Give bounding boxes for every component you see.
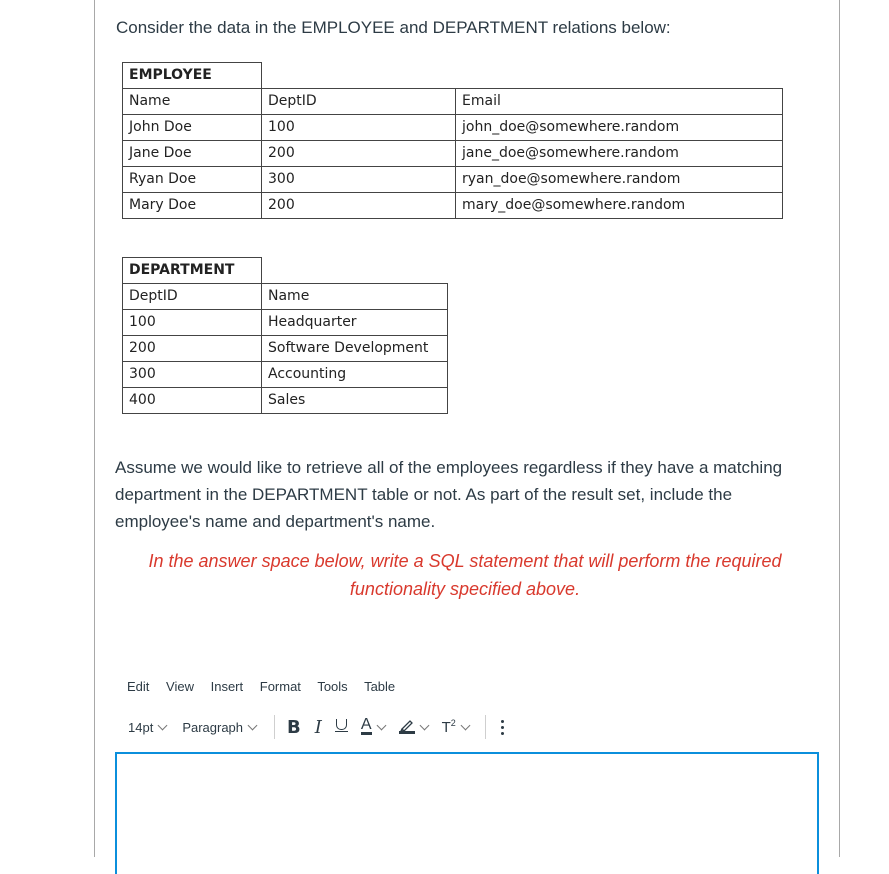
italic-button[interactable]: I: [315, 713, 322, 741]
column-header: DeptID: [261, 88, 456, 115]
table-cell: john_doe@somewhere.random: [455, 114, 783, 141]
column-header: Email: [455, 88, 783, 115]
highlight-color-button[interactable]: [398, 713, 430, 741]
answer-editor[interactable]: [115, 752, 819, 874]
superscript-icon: T2: [441, 718, 456, 736]
table-title-row: DEPARTMENT: [122, 257, 448, 284]
toolbar-divider: [484, 715, 486, 739]
intro-text: Consider the data in the EMPLOYEE and DE…: [116, 18, 671, 37]
table-cell: 200: [122, 335, 262, 362]
font-size-select[interactable]: 14pt: [128, 719, 168, 735]
text-color-button[interactable]: A: [360, 713, 387, 741]
table-cell: Mary Doe: [122, 192, 262, 219]
page-border-right: [839, 0, 840, 857]
table-row: Jane Doe 200 jane_doe@somewhere.random: [122, 140, 783, 167]
toolbar-divider: [274, 715, 276, 739]
superscript-button[interactable]: T2: [441, 713, 471, 741]
italic-icon: I: [314, 716, 322, 738]
table-title: DEPARTMENT: [122, 257, 262, 284]
underline-button[interactable]: [334, 713, 348, 741]
table-title: EMPLOYEE: [122, 62, 262, 89]
table-cell: Headquarter: [261, 309, 448, 336]
table-header-row: Name DeptID Email: [122, 88, 783, 115]
block-format-value: Paragraph: [182, 719, 244, 735]
more-vertical-icon[interactable]: [498, 715, 508, 739]
table-title-row: EMPLOYEE: [122, 62, 783, 89]
chevron-down-icon: [247, 720, 258, 730]
text-color-icon: A: [360, 716, 372, 735]
chevron-down-icon: [460, 720, 471, 730]
table-cell: 200: [261, 140, 456, 167]
table-cell: Ryan Doe: [122, 166, 262, 193]
underline-icon: [334, 719, 348, 735]
chevron-down-icon: [157, 720, 168, 730]
table-cell: Accounting: [261, 361, 448, 388]
table-cell: 300: [261, 166, 456, 193]
column-header: Name: [122, 88, 262, 115]
table-cell: 200: [261, 192, 456, 219]
menu-edit[interactable]: Edit: [127, 679, 149, 694]
chevron-down-icon: [419, 720, 430, 730]
table-cell: 100: [122, 309, 262, 336]
menu-tools[interactable]: Tools: [317, 679, 347, 694]
font-size-value: 14pt: [128, 719, 154, 735]
answer-instruction: In the answer space below, write a SQL s…: [148, 551, 782, 599]
table-row: 300 Accounting: [122, 361, 448, 388]
column-header: DeptID: [122, 283, 262, 310]
table-row: 400 Sales: [122, 387, 448, 414]
table-cell: mary_doe@somewhere.random: [455, 192, 783, 219]
table-cell: ryan_doe@somewhere.random: [455, 166, 783, 193]
page-border-left: [94, 0, 95, 857]
table-cell: Jane Doe: [122, 140, 262, 167]
menu-insert[interactable]: Insert: [211, 679, 244, 694]
table-row: 100 Headquarter: [122, 309, 448, 336]
table-cell: Software Development: [261, 335, 448, 362]
editor-toolbar: 14pt Paragraph B I A T2: [128, 713, 508, 741]
table-cell: Sales: [261, 387, 448, 414]
question-prompt: Assume we would like to retrieve all of …: [115, 458, 783, 531]
menu-view[interactable]: View: [166, 679, 194, 694]
table-header-row: DeptID Name: [122, 283, 448, 310]
department-table: DEPARTMENT DeptID Name 100 Headquarter 2…: [122, 257, 448, 414]
menu-table[interactable]: Table: [364, 679, 395, 694]
table-row: John Doe 100 john_doe@somewhere.random: [122, 114, 783, 141]
table-cell: jane_doe@somewhere.random: [455, 140, 783, 167]
chevron-down-icon: [376, 720, 387, 730]
bold-icon: B: [287, 716, 301, 738]
table-cell: John Doe: [122, 114, 262, 141]
table-row: 200 Software Development: [122, 335, 448, 362]
highlight-color-icon: [398, 717, 415, 737]
table-row: Ryan Doe 300 ryan_doe@somewhere.random: [122, 166, 783, 193]
table-cell: 300: [122, 361, 262, 388]
editor-menubar: Edit View Insert Format Tools Table: [127, 679, 408, 694]
table-row: Mary Doe 200 mary_doe@somewhere.random: [122, 192, 783, 219]
menu-format[interactable]: Format: [260, 679, 301, 694]
bold-button[interactable]: B: [287, 713, 301, 741]
column-header: Name: [261, 283, 448, 310]
employee-table: EMPLOYEE Name DeptID Email John Doe 100 …: [122, 62, 783, 219]
table-cell: 100: [261, 114, 456, 141]
table-cell: 400: [122, 387, 262, 414]
block-format-select[interactable]: Paragraph: [182, 719, 258, 735]
